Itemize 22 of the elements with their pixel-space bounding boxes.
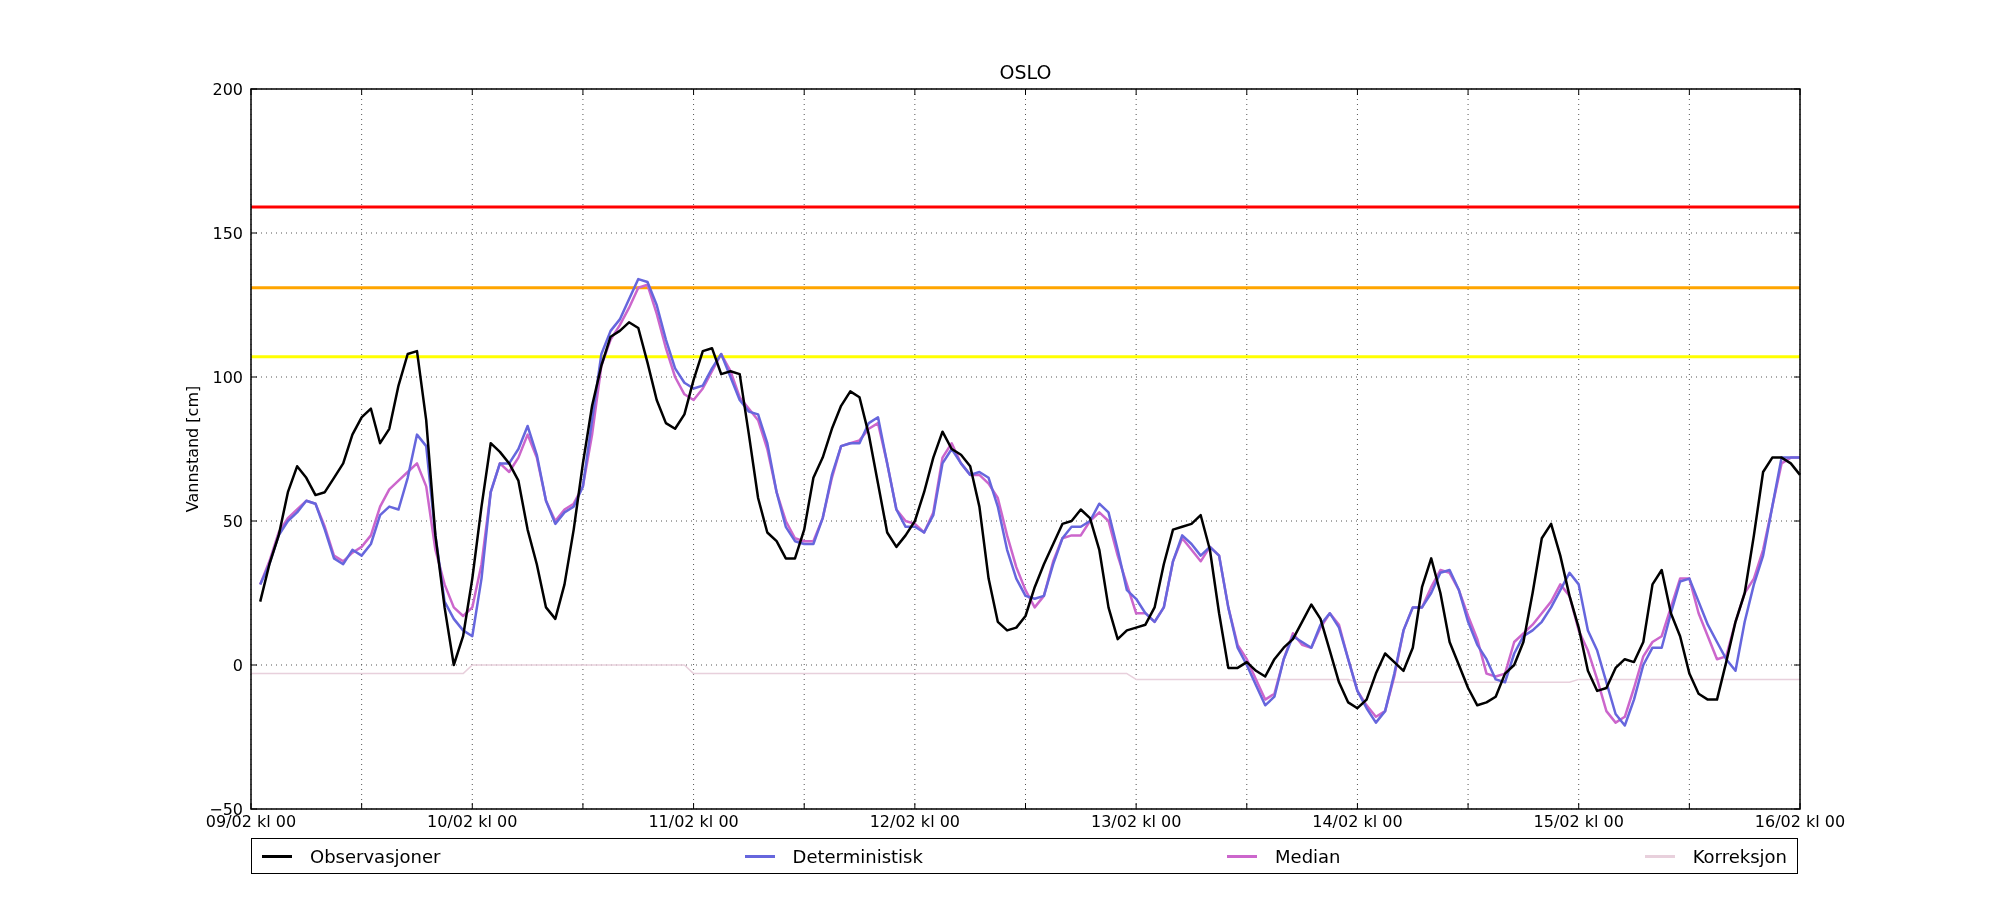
legend-label: Observasjoner [310,845,441,867]
chart-title: OSLO [999,61,1052,83]
legend-label: Median [1275,845,1341,867]
x-tick-label: 13/02 kl 00 [1090,812,1182,832]
y-axis-label: Vannstand [cm] [183,385,202,513]
legend-line-sample [1227,854,1258,858]
x-tick-label: 16/02 kl 00 [1754,812,1846,832]
legend-label: Korreksjon [1692,845,1787,867]
x-tick-label: 12/02 kl 00 [869,812,960,832]
y-tick-label: 50 [222,512,243,531]
legend-line-sample [262,854,292,858]
y-tick-label: 200 [212,80,243,99]
legend-line-sample [744,854,775,858]
y-tick-label: 0 [232,656,243,675]
y-tick-label: 150 [212,224,243,243]
x-tick-label: 11/02 kl 00 [648,812,739,832]
y-tick-label: 100 [212,368,243,387]
x-tick-label: 14/02 kl 00 [1312,812,1403,832]
legend-label: Deterministisk [792,845,923,867]
x-tick-label: 10/02 kl 00 [427,812,518,832]
x-tick-label: 15/02 kl 00 [1533,812,1624,832]
legend-line-sample [1644,854,1675,858]
